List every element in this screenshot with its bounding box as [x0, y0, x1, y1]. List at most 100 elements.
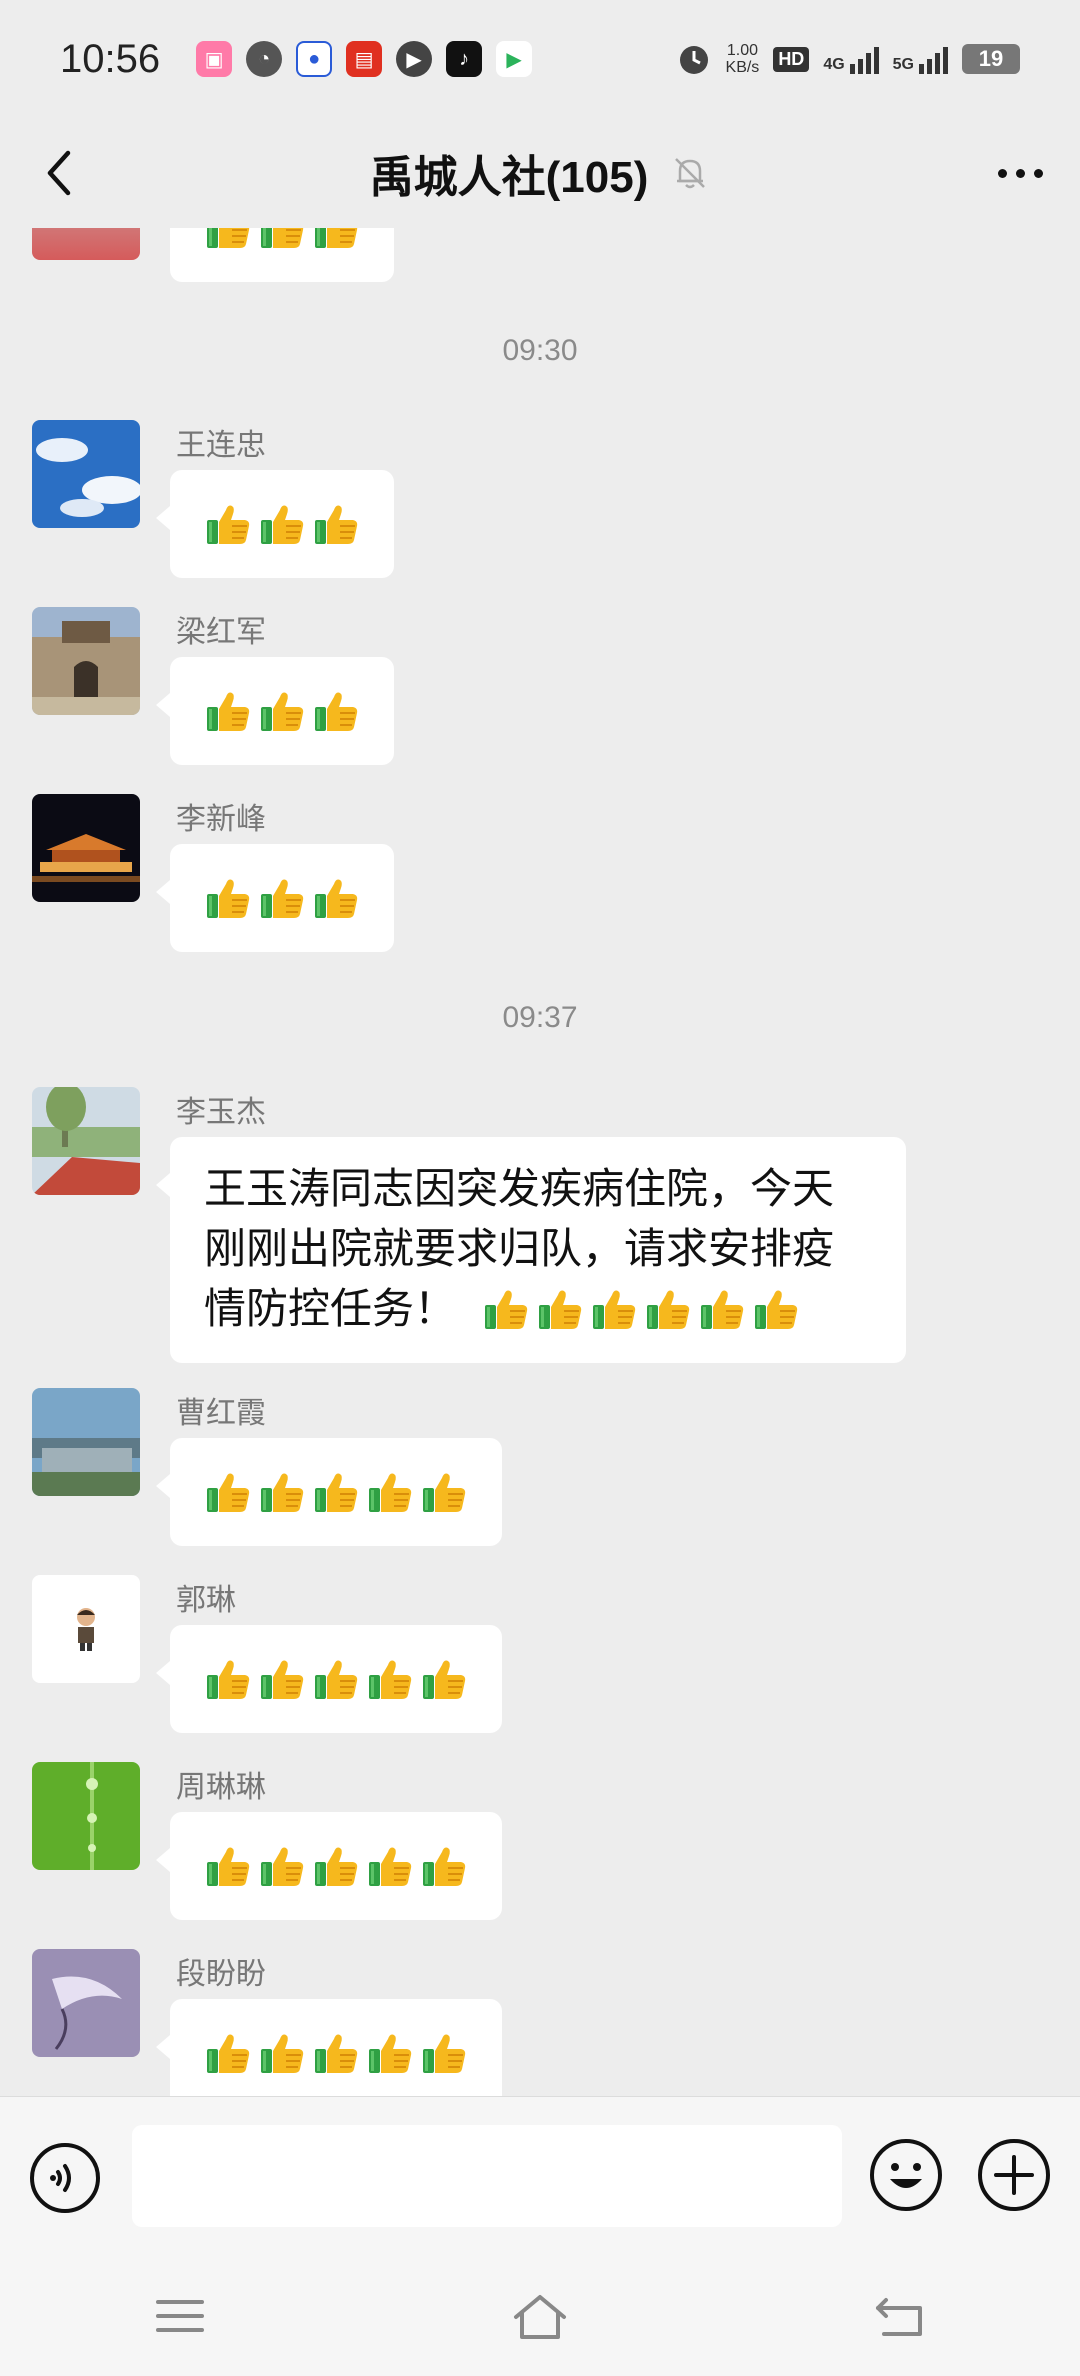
thumbs-up-icon — [258, 500, 306, 548]
thumbs-up-icon — [366, 1468, 414, 1516]
thumbs-up-icon — [204, 874, 252, 922]
menu-icon[interactable] — [140, 2281, 220, 2351]
thumbs-up-icon — [312, 2029, 360, 2077]
thumbs-up-icon — [258, 687, 306, 735]
message-list[interactable]: 09:30 王连忠 梁红军 李新峰 09:37 李玉杰 王玉涛同志因突发疾病住院… — [0, 228, 1080, 2096]
gauge-icon: ◔ — [246, 41, 283, 77]
thumbs-up-icon — [752, 1285, 800, 1333]
sender-name: 周琳琳 — [176, 1771, 266, 1804]
thumbs-up-icon — [366, 2029, 414, 2077]
status-bar: 10:56 ▣ ◔ ● ▤ ▶ ♪ ▶ 1.00 KB/s HD 4G 5G 1… — [0, 0, 1080, 118]
thumbs-up-icon — [536, 1285, 584, 1333]
play-icon: ▶ — [396, 41, 433, 77]
system-nav-bar — [0, 2256, 1080, 2376]
avatar[interactable] — [32, 1388, 140, 1496]
thumbs-up-icon — [204, 687, 252, 735]
hd-badge: HD — [773, 46, 810, 72]
avatar[interactable] — [32, 1575, 140, 1683]
sender-name: 王连忠 — [176, 429, 266, 462]
sender-name: 李新峰 — [176, 803, 266, 836]
chevron-left-icon[interactable] — [30, 143, 90, 203]
thumbs-up-icon — [312, 1468, 360, 1516]
sender-name: 段盼盼 — [176, 1958, 266, 1991]
chat-header: 禹城人社(105) — [0, 118, 1080, 228]
thumbs-up-icon — [312, 500, 360, 548]
notification-icons: ▣ ◔ ● ▤ ▶ ♪ ▶ — [196, 41, 533, 77]
input-bar — [0, 2096, 1080, 2256]
message-bubble[interactable] — [156, 1999, 502, 2096]
message-bubble[interactable]: 王玉涛同志因突发疾病住院，今天 刚刚出院就要求归队，请求安排疫 情防控任务！ — [156, 1137, 906, 1363]
thumbs-up-icon — [420, 2029, 468, 2077]
message-input[interactable] — [132, 2125, 842, 2227]
tiktok-icon: ♪ — [446, 41, 483, 77]
listen-app-icon: ▤ — [346, 41, 383, 77]
thumbs-up-icon — [258, 874, 306, 922]
sim2-label: 5G — [892, 56, 914, 73]
message-text: 王玉涛同志因突发疾病住院，今天 刚刚出院就要求归队，请求安排疫 情防控任务！ — [204, 1159, 872, 1339]
timestamp: 09:30 — [502, 334, 578, 367]
thumbs-up-icon — [312, 228, 360, 252]
thumbs-up-icon — [420, 1655, 468, 1703]
thumbs-up-icon — [312, 1842, 360, 1890]
thumbs-up-icon — [204, 500, 252, 548]
thumbs-up-icon — [366, 1842, 414, 1890]
status-time: 10:56 — [60, 36, 161, 81]
message-bubble[interactable] — [156, 1812, 502, 1920]
thumbs-up-icon — [258, 228, 306, 252]
video-app-icon: ▶ — [496, 41, 533, 77]
sender-name: 梁红军 — [176, 616, 266, 649]
chat-title: 禹城人社(105) — [369, 153, 649, 202]
sim1-label: 4G — [823, 56, 845, 73]
avatar[interactable] — [32, 420, 140, 528]
thumbs-up-icon — [366, 1655, 414, 1703]
avatar[interactable] — [32, 794, 140, 902]
plus-icon[interactable] — [976, 2137, 1052, 2213]
thumbs-up-icon — [420, 1842, 468, 1890]
thumbs-up-icon — [204, 1655, 252, 1703]
timestamp: 09:37 — [502, 1001, 578, 1034]
voice-icon[interactable] — [28, 2141, 102, 2215]
thumbs-up-icon — [590, 1285, 638, 1333]
chat-screen: 10:56 ▣ ◔ ● ▤ ▶ ♪ ▶ 1.00 KB/s HD 4G 5G 1… — [0, 0, 1080, 2376]
message-line: 刚刚出院就要求归队，请求安排疫 — [204, 1225, 835, 1272]
message-line: 王玉涛同志因突发疾病住院，今天 — [204, 1165, 835, 1212]
alarm-icon — [679, 46, 708, 74]
sender-name: 曹红霞 — [176, 1397, 266, 1430]
avatar[interactable] — [32, 228, 140, 260]
home-icon[interactable] — [500, 2281, 580, 2351]
message-line: 情防控任务！ — [204, 1285, 457, 1332]
back-icon[interactable] — [860, 2281, 940, 2351]
avatar[interactable] — [32, 607, 140, 715]
message-bubble[interactable] — [156, 1625, 502, 1733]
app-notification-icon: ▣ — [196, 41, 233, 77]
thumbs-up-icon — [204, 1842, 252, 1890]
thumbs-up-icon — [312, 874, 360, 922]
message-bubble[interactable] — [156, 657, 394, 765]
thumbs-up-icon — [312, 687, 360, 735]
emoji-icon[interactable] — [868, 2137, 944, 2213]
bell-off-icon — [675, 158, 706, 189]
message-bubble[interactable] — [170, 228, 394, 282]
message-bubble[interactable] — [156, 1438, 502, 1546]
sender-name: 李玉杰 — [176, 1096, 266, 1129]
message-bubble[interactable] — [156, 844, 394, 952]
avatar[interactable] — [32, 1949, 140, 2057]
thumbs-up-group — [204, 228, 360, 252]
status-indicators: 1.00 KB/s HD 4G 5G 19 — [676, 41, 1020, 77]
thumbs-up-icon — [420, 1468, 468, 1516]
thumbs-up-icon — [312, 1655, 360, 1703]
signal-sim1: 4G — [823, 44, 879, 74]
thumbs-up-icon — [258, 1655, 306, 1703]
avatar[interactable] — [32, 1087, 140, 1195]
message-bubble[interactable] — [156, 470, 394, 578]
more-dots-icon[interactable] — [990, 148, 1050, 198]
net-speed-value: 1.00 — [726, 42, 758, 59]
thumbs-up-icon — [204, 228, 252, 252]
thumbs-up-icon — [698, 1285, 746, 1333]
battery-indicator: 19 — [962, 44, 1020, 74]
paw-icon: ● — [296, 41, 333, 77]
thumbs-up-icon — [258, 1842, 306, 1890]
avatar[interactable] — [32, 1762, 140, 1870]
net-speed-unit: KB/s — [725, 59, 760, 76]
thumbs-up-icon — [258, 2029, 306, 2077]
